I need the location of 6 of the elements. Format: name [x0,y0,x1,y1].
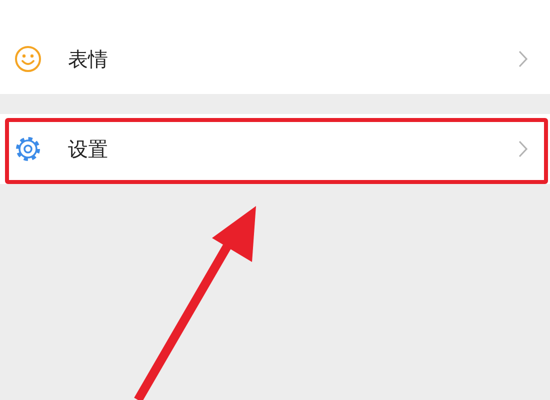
chevron-icon [518,50,528,68]
menu-label: 表情 [68,46,109,72]
chevron-icon [518,140,528,158]
menu-label: 设置 [68,136,109,162]
settings-icon [14,135,42,163]
smiley-icon [14,45,42,73]
